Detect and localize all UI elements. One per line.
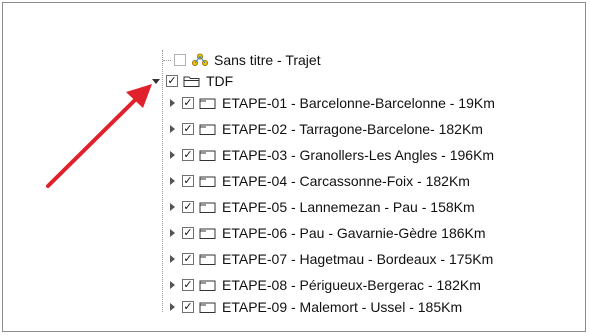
annotation-arrow-icon [46,84,152,188]
